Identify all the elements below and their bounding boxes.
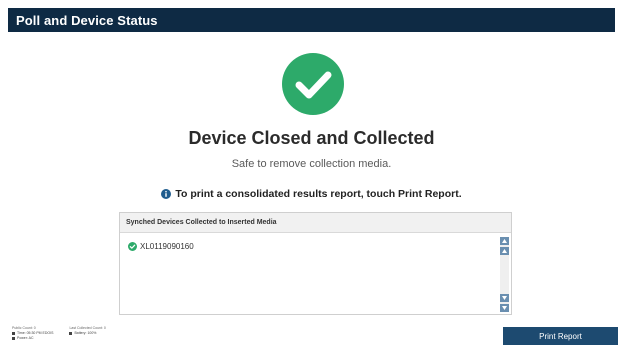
list-item[interactable]: XL0119090160 [128, 242, 499, 251]
device-list[interactable]: XL0119090160 [120, 233, 499, 314]
plug-icon [12, 336, 15, 340]
synched-devices-panel: Synched Devices Collected to Inserted Me… [119, 212, 512, 315]
battery-row: Battery: 100% [69, 331, 105, 335]
power-row: Power: AC [12, 336, 53, 340]
battery-icon [69, 331, 73, 335]
status-subtitle: Safe to remove collection media. [231, 158, 392, 170]
public-count: Public Count: 0 [12, 326, 36, 330]
footer-col-public: Public Count: 0 Time: 05:30 PM EDOIS Pow… [12, 326, 53, 340]
check-circle-icon [128, 242, 137, 251]
time-row: Time: 05:30 PM EDOIS [12, 331, 53, 335]
list-scrollbar[interactable] [500, 237, 509, 312]
scroll-top-button[interactable] [500, 237, 509, 245]
title-bar: Poll and Device Status [8, 8, 615, 32]
power-text: Power: AC [17, 336, 34, 340]
battery-text: Battery: 100% [74, 331, 97, 335]
footer-col-collected: Last Collected Count: 0 Battery: 100% [69, 326, 106, 340]
scroll-bottom-button[interactable] [500, 304, 509, 312]
check-circle-icon [282, 53, 344, 115]
chevron-down-icon [502, 306, 507, 310]
clock-icon [12, 331, 15, 335]
scroll-down-button[interactable] [500, 294, 509, 302]
panel-title: Synched Devices Collected to Inserted Me… [120, 213, 511, 233]
status-title: Device Closed and Collected [188, 128, 435, 148]
last-collected-count: Last Collected Count: 0 [69, 326, 106, 330]
time-text: Time: 05:30 PM EDOIS [17, 331, 54, 335]
chevron-up-icon [502, 249, 507, 253]
chevron-down-icon [502, 296, 507, 300]
info-icon [161, 189, 172, 199]
status-footer: Public Count: 0 Time: 05:30 PM EDOIS Pow… [12, 326, 106, 340]
chevron-up-icon [502, 239, 507, 243]
info-message: To print a consolidated results report, … [0, 188, 623, 200]
print-report-button[interactable]: Print Report [503, 327, 618, 345]
info-text: To print a consolidated results report, … [175, 188, 462, 200]
device-id: XL0119090160 [140, 242, 194, 251]
scroll-up-button[interactable] [500, 247, 509, 255]
page-title: Poll and Device Status [16, 12, 158, 28]
